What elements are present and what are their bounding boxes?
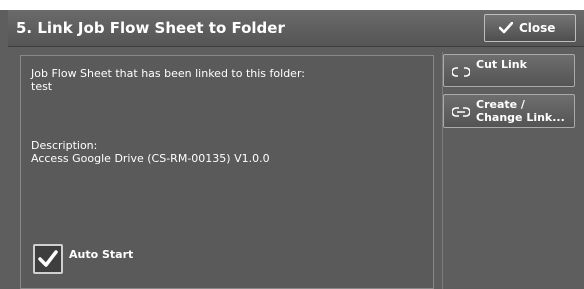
close-button[interactable]: Close — [484, 14, 576, 42]
create-link-label-line2: Change Link... — [476, 111, 565, 124]
cut-link-label: Cut Link — [476, 58, 527, 71]
link-info-panel: Job Flow Sheet that has been linked to t… — [20, 55, 434, 289]
link-icon — [452, 107, 470, 117]
description-value: Access Google Drive (CS-RM-00135) V1.0.0 — [31, 152, 270, 165]
cut-link-button[interactable]: Cut Link — [443, 54, 575, 87]
title-bar: 5. Link Job Flow Sheet to Folder Close — [8, 10, 584, 47]
create-link-label-line1: Create / — [476, 98, 525, 111]
auto-start-label: Auto Start — [69, 248, 134, 261]
checkmark-icon — [38, 250, 58, 267]
close-button-label: Close — [519, 21, 556, 35]
cut-link-icon — [452, 67, 470, 77]
page-title: 5. Link Job Flow Sheet to Folder — [16, 19, 285, 37]
linked-sheet-label: Job Flow Sheet that has been linked to t… — [31, 67, 305, 80]
column-divider — [442, 52, 443, 289]
linked-sheet-value: test — [31, 80, 53, 93]
description-label: Description: — [31, 139, 98, 152]
checkmark-icon — [499, 22, 513, 34]
auto-start-checkbox[interactable] — [33, 244, 63, 274]
top-band — [0, 0, 584, 10]
create-change-link-button[interactable]: Create / Change Link... — [443, 94, 575, 128]
